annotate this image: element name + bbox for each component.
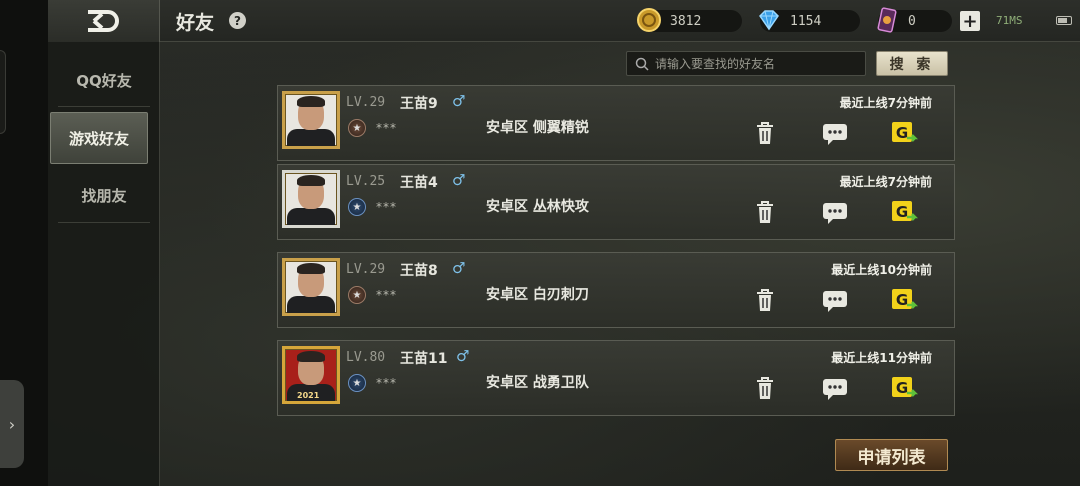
friend-card: LV.29 王苗9 ♂ ★ *** 安卓区 侧翼精锐 最近上线7分钟前 G xyxy=(277,85,955,161)
sidebar: QQ好友 游戏好友 找朋友 xyxy=(48,42,160,486)
apply-list-button[interactable]: 申请列表 xyxy=(835,439,948,471)
back-arrow-icon xyxy=(87,10,119,32)
friend-level: LV.29 xyxy=(346,95,386,110)
avatar[interactable] xyxy=(282,170,340,228)
rank-badge-icon: ★ xyxy=(348,198,366,216)
trash-icon[interactable] xyxy=(750,197,780,227)
male-icon: ♂ xyxy=(456,347,470,365)
diamond-icon xyxy=(759,10,779,31)
invite-game-icon[interactable]: G xyxy=(890,118,920,148)
friend-clan: *** xyxy=(376,376,397,390)
avatar-year-badge: 2021 xyxy=(297,391,320,400)
friend-name: 王苗11 xyxy=(400,351,448,367)
friend-server: 安卓区 战勇卫队 xyxy=(486,375,589,391)
male-icon: ♂ xyxy=(452,171,466,189)
friend-server: 安卓区 侧翼精锐 xyxy=(486,120,589,136)
search-input[interactable] xyxy=(655,52,860,75)
side-handle-top[interactable] xyxy=(0,50,6,134)
friend-level: LV.25 xyxy=(346,174,386,189)
male-icon: ♂ xyxy=(452,259,466,277)
invite-game-icon[interactable]: G xyxy=(890,197,920,227)
sidebar-divider xyxy=(58,222,150,223)
sidebar-item-qq-friends[interactable]: QQ好友 xyxy=(48,54,160,106)
rank-badge-icon: ★ xyxy=(348,286,366,304)
chat-bubble-icon[interactable] xyxy=(820,285,850,315)
friend-server: 安卓区 丛林快攻 xyxy=(486,199,589,215)
side-expand-handle[interactable]: › xyxy=(0,380,24,468)
trash-icon[interactable] xyxy=(750,285,780,315)
avatar[interactable] xyxy=(282,258,340,316)
gold-value: 3812 xyxy=(670,13,702,29)
last-online: 最近上线7分钟前 xyxy=(839,175,932,189)
male-icon: ♂ xyxy=(452,92,466,110)
search-box xyxy=(626,51,866,76)
trash-icon[interactable] xyxy=(750,373,780,403)
add-currency-button[interactable]: + xyxy=(960,11,980,32)
diamond-counter: 1154 xyxy=(759,10,860,32)
svg-text:G: G xyxy=(896,291,908,309)
svg-text:G: G xyxy=(896,203,908,221)
card-value: 0 xyxy=(908,13,916,29)
help-icon[interactable]: ? xyxy=(229,12,246,29)
chat-bubble-icon[interactable] xyxy=(820,373,850,403)
friend-card: 2021 LV.80 王苗11 ♂ ★ *** 安卓区 战勇卫队 最近上线11分… xyxy=(277,340,955,416)
last-online: 最近上线7分钟前 xyxy=(839,96,932,110)
rank-badge-icon: ★ xyxy=(348,374,366,392)
friend-name: 王苗4 xyxy=(400,175,438,191)
chat-bubble-icon[interactable] xyxy=(820,197,850,227)
back-button[interactable] xyxy=(48,0,160,42)
trash-icon[interactable] xyxy=(750,118,780,148)
network-latency: 71MS xyxy=(996,14,1023,27)
battery-icon xyxy=(1056,16,1072,25)
card-icon xyxy=(877,7,897,33)
chevron-right-icon: › xyxy=(8,414,16,434)
friend-level: LV.29 xyxy=(346,262,386,277)
invite-game-icon[interactable]: G xyxy=(890,373,920,403)
last-online: 最近上线10分钟前 xyxy=(831,263,932,277)
friend-name: 王苗8 xyxy=(400,263,438,279)
sidebar-item-game-friends[interactable]: 游戏好友 xyxy=(50,112,148,164)
top-bar: 好友 ? 3812 1154 0 + 71MS xyxy=(48,0,1080,42)
sidebar-item-find-friends[interactable]: 找朋友 xyxy=(48,169,160,221)
chat-bubble-icon[interactable] xyxy=(820,118,850,148)
svg-text:G: G xyxy=(896,124,908,142)
diamond-value: 1154 xyxy=(790,13,822,29)
gold-coin-icon xyxy=(637,8,661,32)
friend-card: LV.25 王苗4 ♂ ★ *** 安卓区 丛林快攻 最近上线7分钟前 G xyxy=(277,164,955,240)
last-online: 最近上线11分钟前 xyxy=(831,351,932,365)
sidebar-divider xyxy=(58,106,150,107)
avatar[interactable] xyxy=(282,91,340,149)
card-counter: 0 xyxy=(877,7,952,33)
gold-counter: 3812 xyxy=(637,8,742,32)
search-icon xyxy=(635,57,649,71)
page-title: 好友 xyxy=(176,12,215,34)
friend-clan: *** xyxy=(376,288,397,302)
search-button[interactable]: 搜 索 xyxy=(876,51,948,76)
rank-badge-icon: ★ xyxy=(348,119,366,137)
avatar[interactable]: 2021 xyxy=(282,346,340,404)
friend-level: LV.80 xyxy=(346,350,386,365)
svg-text:G: G xyxy=(896,379,908,397)
friend-clan: *** xyxy=(376,200,397,214)
invite-game-icon[interactable]: G xyxy=(890,285,920,315)
friend-name: 王苗9 xyxy=(400,96,438,112)
friend-clan: *** xyxy=(376,121,397,135)
friend-card: LV.29 王苗8 ♂ ★ *** 安卓区 白刃刺刀 最近上线10分钟前 G xyxy=(277,252,955,328)
friend-server: 安卓区 白刃刺刀 xyxy=(486,287,589,303)
